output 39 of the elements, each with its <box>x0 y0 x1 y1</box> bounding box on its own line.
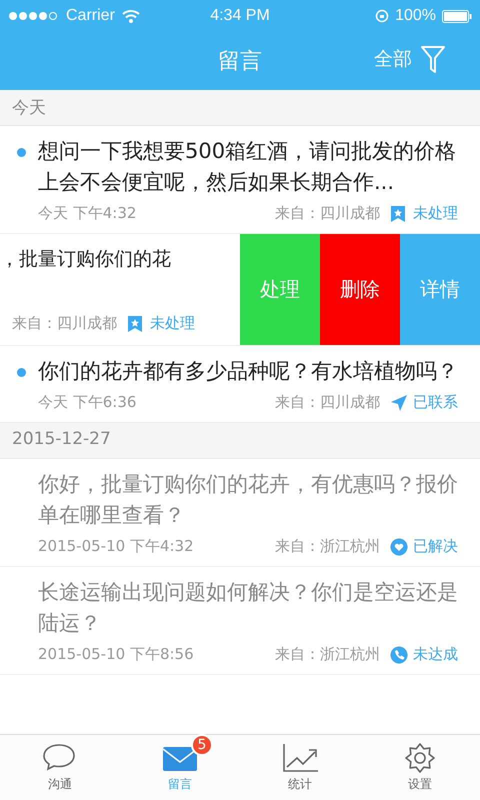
signal-icon <box>8 11 60 21</box>
delete-button[interactable]: 删除 <box>320 234 400 345</box>
line-chart-icon <box>281 742 319 774</box>
tab-bar-item[interactable]: 5 留言 <box>120 735 240 800</box>
tab-bar-item[interactable]: 设置 <box>360 735 480 800</box>
message-text: 长途运输出现问题如何解决？你们是空运还是陆运？ <box>38 579 458 637</box>
status-label: 未处理 <box>150 314 195 333</box>
battery-percent: 100% <box>395 7 436 25</box>
message-text: 你好，批量订购你们的花卉，有优惠吗？报价单在哪里查看？ <box>38 471 458 529</box>
status-label: 已联系 <box>413 393 458 412</box>
status-label: 未达成 <box>413 645 458 664</box>
message-text: ，批量订购你们的花 <box>0 247 172 272</box>
message-source: 来自：四川成都 <box>12 314 117 333</box>
message-time: 今天 下午4:32 <box>38 204 138 223</box>
tab-bar-item[interactable]: 统计 <box>240 735 360 800</box>
message-source: 来自：四川成都 <box>275 204 380 223</box>
section-header: 今天 <box>0 90 480 126</box>
tab-bar-item[interactable]: 沟通 <box>0 735 120 800</box>
message-time: 2015-05-10 下午4:32 <box>38 537 195 556</box>
message-source: 来自：浙江杭州 <box>275 537 380 556</box>
battery-icon <box>442 10 472 22</box>
message-source: 来自：浙江杭州 <box>275 645 380 664</box>
wifi-icon <box>120 9 141 23</box>
section-header: 2015-12-27 <box>0 423 480 459</box>
filter-icon <box>420 44 446 74</box>
message-source: 来自：四川成都 <box>275 393 380 412</box>
notification-badge: 5 <box>191 734 213 756</box>
page-title: 留言 <box>218 48 262 76</box>
status-label: 未处理 <box>413 204 458 223</box>
message-time: 2015-05-10 下午8:56 <box>38 645 195 664</box>
filter-button[interactable]: 全部 <box>374 44 446 74</box>
details-button[interactable]: 详情 <box>400 234 480 345</box>
message-text: 你们的花卉都有多少品种呢？有水培植物吗？ <box>38 358 458 385</box>
message-time: 今天 下午6:36 <box>38 393 138 412</box>
clock-time: 4:34 PM <box>210 7 270 25</box>
status-label: 已解决 <box>413 537 458 556</box>
rotation-lock-icon <box>375 9 390 23</box>
message-text: 想问一下我想要500箱红酒，请问批发的价格上会不会便宜呢，然后如果长期合作... <box>38 138 458 196</box>
carrier-name: Carrier <box>66 7 115 25</box>
